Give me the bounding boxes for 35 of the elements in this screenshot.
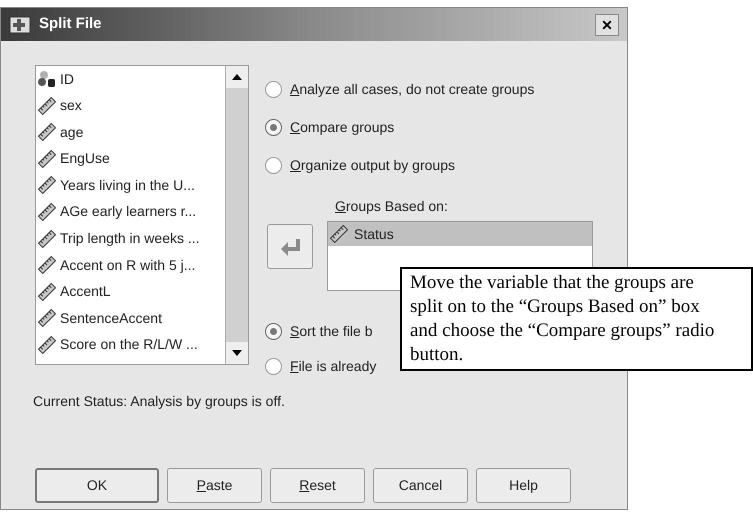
variable-item[interactable]: ID <box>38 68 225 90</box>
radio-option[interactable]: Analyze all cases, do not create groups <box>265 79 534 100</box>
window-title: Split File <box>39 14 102 34</box>
radio-option[interactable]: Sort the file b <box>265 321 372 342</box>
dialog-button[interactable]: Paste <box>167 468 262 503</box>
status-text: Current Status: Analysis by groups is off. <box>33 392 286 411</box>
variable-item[interactable]: EngUse <box>38 148 225 170</box>
group-variable-item[interactable]: Status <box>328 222 592 246</box>
variable-item[interactable]: Years living in the U... <box>38 174 225 196</box>
dialog-button[interactable]: Cancel <box>373 468 468 503</box>
arrow-icon <box>280 238 300 256</box>
variable-item[interactable]: AccentL <box>38 280 225 303</box>
radio-option[interactable]: Compare groups <box>265 117 394 138</box>
ruler-icon <box>330 225 348 243</box>
variable-item[interactable]: AGe early learners r... <box>38 200 225 223</box>
instruction-tooltip: Move the variable that the groups are split on to the “Groups Based on” box and choose the “Compare groups” radio button. <box>400 267 753 371</box>
variable-item[interactable]: Accent on R with 5 j... <box>38 254 225 276</box>
scroll-up-icon[interactable] <box>226 66 248 88</box>
dialog-button[interactable]: Help <box>476 468 571 503</box>
radio-option[interactable]: File is already <box>265 356 376 377</box>
variable-item[interactable]: age <box>38 121 225 144</box>
variable-item[interactable]: Trip length in weeks ... <box>38 228 225 250</box>
dialog-button[interactable]: Reset <box>270 468 365 503</box>
variable-item[interactable]: SentenceAccent <box>38 307 225 330</box>
split-file-icon <box>9 16 31 34</box>
scrollbar[interactable] <box>225 66 248 364</box>
dialog-button[interactable]: OK <box>35 468 159 503</box>
groups-label: Groups Based on: <box>335 197 449 216</box>
variable-item[interactable]: sex <box>38 94 225 117</box>
nominal-variable-icon <box>38 70 56 88</box>
variable-item[interactable]: Score on the R/L/W ... <box>38 334 225 356</box>
close-button[interactable]: × <box>595 14 619 36</box>
radio-option[interactable]: Organize output by groups <box>265 155 455 176</box>
move-arrow-button[interactable] <box>267 224 313 269</box>
scroll-down-icon[interactable] <box>226 342 248 364</box>
